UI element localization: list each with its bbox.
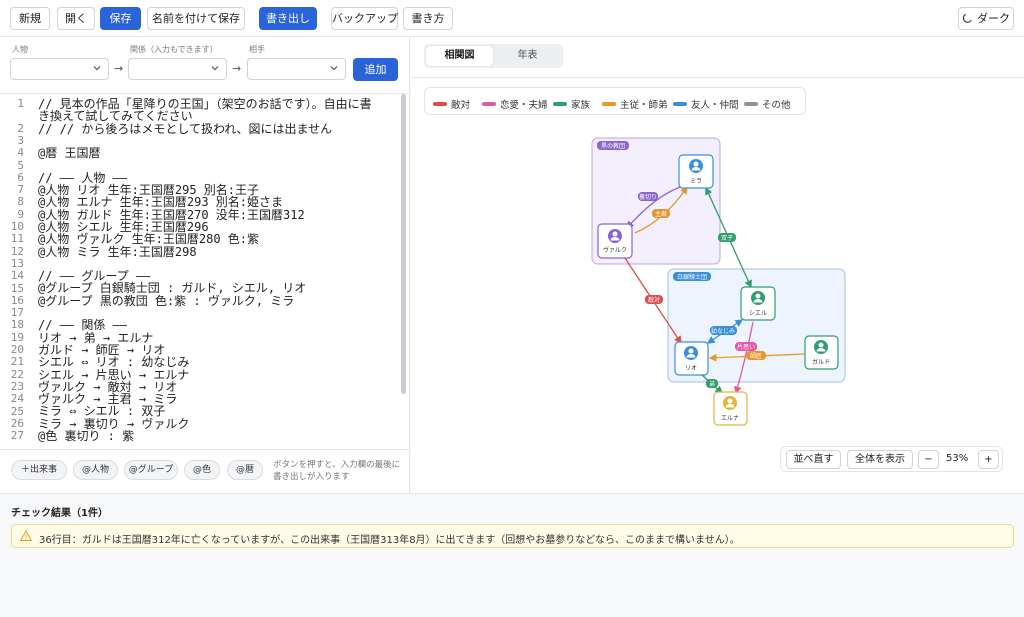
code-line[interactable]: // ―― 関係 ―― [38,319,390,332]
partner-field-label: 相手 [249,45,265,54]
chevron-down-icon [330,66,338,71]
warning-item[interactable]: 36行目：ガルドは王国暦312年に亡くなっていますが、この出来事（王国暦313年… [11,524,1014,548]
partner-select[interactable] [247,58,346,80]
toolbar: 新規 開く 保存 名前を付けて保存 書き出し バックアップ 書き方 ダーク [0,0,1024,37]
code-line[interactable]: @人物 ミラ 生年:王国暦298 [38,245,390,258]
node-valk[interactable]: ヴァルク [597,223,633,259]
line-number: 28 [0,442,24,443]
insert-group-button[interactable]: @グループ [124,460,178,480]
chevron-down-icon [93,66,101,71]
snippet-bar: ＋出来事 @人物 @グループ @色 @暦 ボタンを押すと、入力欄の最後に書き出し… [0,449,410,493]
node-label: ヴァルク [603,246,627,254]
write-style-button[interactable]: 書き方 [403,7,453,30]
node-label: ミラ [690,178,702,185]
code-line[interactable]: @色 裏切り : 紫 [38,430,390,443]
node-gald[interactable]: ガルド [804,335,839,370]
line-number: 15 [10,281,24,295]
arrow-separator: → [114,62,124,75]
moon-icon [962,13,972,23]
edge-label: 幼なじみ [711,327,735,335]
code-line[interactable]: @人物 エルナ 生年:王国暦293 別名:姫さま [38,196,390,209]
relationship-graph[interactable]: 黒の教団 白銀騎士団 裏切り 主君 双子 敵対 幼なじみ 片思い 師匠 弟 ミラ… [411,37,1024,437]
relation-field-label: 関係（入力もできます） [130,45,218,54]
line-number: 11 [10,232,24,246]
line-number: 18 [10,318,24,332]
node-label: リオ [685,365,697,372]
node-rio[interactable]: リオ [674,341,709,376]
insert-person-button[interactable]: @人物 [73,460,118,480]
fit-view-button[interactable]: 全体を表示 [847,450,913,469]
zoom-level: 53% [946,453,969,464]
edge-label: 師匠 [750,352,762,360]
node-mira[interactable]: ミラ [678,154,714,189]
snippet-hint: ボタンを押すと、入力欄の最後に書き出しが入ります [273,460,401,482]
warning-icon [20,530,32,541]
person-select[interactable] [10,58,109,80]
line-number-gutter: 1 2 3 4 5 6 7 8 9 10 11 12 13 14 15 16 17 18 19 20 21 22 23 24 2… [0,94,30,443]
graph-panel: 相関図 年表 敵対 恋愛・夫婦 家族 主従・師弟 友人・仲間 その他 黒の教団 … [411,37,1024,493]
dark-mode-button[interactable]: ダーク [958,7,1014,30]
zoom-out-button[interactable]: − [918,450,939,469]
code-line[interactable] [38,159,390,171]
results-title: チェック結果（1件） [11,508,108,519]
check-results-panel: チェック結果（1件） 36行目：ガルドは王国暦312年に亡くなっていますが、この… [0,493,1024,617]
line-number: 1 [17,97,24,110]
insert-color-button[interactable]: @色 [184,460,220,480]
rearrange-button[interactable]: 並べ直す [786,450,841,469]
line-number: 25 [10,404,24,418]
code-line[interactable]: @暦 王国暦 [38,147,390,160]
zoom-controls: 並べ直す 全体を表示 − 53% + [780,446,1003,472]
open-button[interactable]: 開く [57,7,95,30]
edge-label: 弟 [709,380,715,388]
editor-panel: 人物 関係（入力もできます） 相手 → → 追加 1 2 3 4 5 6 7 8 9 10 11 12… [0,37,410,493]
line-number: 24 [10,392,24,406]
warning-text: 36行目：ガルドは王国暦312年に亡くなっていますが、この出来事（王国暦313年… [39,535,740,546]
node-label: シエル [749,310,767,317]
relation-select[interactable] [128,58,227,80]
edge-label: 裏切り [639,193,657,201]
new-button[interactable]: 新規 [10,7,50,30]
line-number: 14 [10,269,24,283]
code-line[interactable]: @グループ 黒の教団 色:紫 : ヴァルク, ミラ [38,294,390,307]
backup-button[interactable]: バックアップ [331,7,398,30]
code-line[interactable]: き換えて試してみてください [38,110,390,123]
dark-mode-label: ダーク [977,12,1010,25]
group-label: 白銀騎士団 [677,273,707,281]
app-window: 新規 開く 保存 名前を付けて保存 書き出し バックアップ 書き方 ダーク 人物… [0,0,1024,617]
editor-scrollbar[interactable] [401,94,406,394]
save-as-button[interactable]: 名前を付けて保存 [147,7,245,30]
group-label: 黒の教団 [601,142,625,150]
line-number: 21 [10,355,24,369]
edge-label: 片思い [737,343,755,351]
line-number: 4 [17,146,24,160]
code-editor[interactable]: 1 2 3 4 5 6 7 8 9 10 11 12 13 14 15 16 17 18 19 20 21 22 23 24 2… [0,93,410,443]
node-label: エルナ [721,415,739,422]
arrow-separator: → [232,62,242,75]
chevron-down-icon [211,66,219,71]
insert-calendar-button[interactable]: @暦 [227,460,263,480]
code-line[interactable]: @人物 ヴァルク 生年:王国暦280 色:紫 [38,233,390,246]
code-line[interactable]: // // から後ろはメモとして扱われ、図には出ません [38,122,390,135]
node-erna[interactable]: エルナ [713,391,748,426]
edge-label: 主君 [655,210,667,218]
insert-event-button[interactable]: ＋出来事 [11,460,67,480]
add-relation-button[interactable]: 追加 [353,58,398,81]
code-line[interactable]: シエル → 片思い → エルナ [38,368,390,381]
code-text[interactable]: // 見本の作品「星降りの王国」（架空のお話です）。自由に書 き換えて試してみてく… [38,98,390,443]
code-line[interactable]: @グループ 白銀騎士団 : ガルド, シエル, リオ [38,282,390,295]
save-button[interactable]: 保存 [100,7,141,30]
line-number: 5 [17,158,24,172]
edge-label: 双子 [721,235,733,242]
code-line[interactable]: シエル ⇔ リオ : 幼なじみ [38,356,390,369]
node-label: ガルド [812,358,830,366]
line-number: 8 [17,195,24,209]
zoom-in-button[interactable]: + [978,450,999,469]
code-line[interactable]: ミラ ⇔ シエル : 双子 [38,405,390,418]
edge-label: 敵対 [648,296,660,304]
export-button[interactable]: 書き出し [259,7,317,30]
person-field-label: 人物 [12,45,28,54]
node-ciel[interactable]: シエル [740,286,776,321]
